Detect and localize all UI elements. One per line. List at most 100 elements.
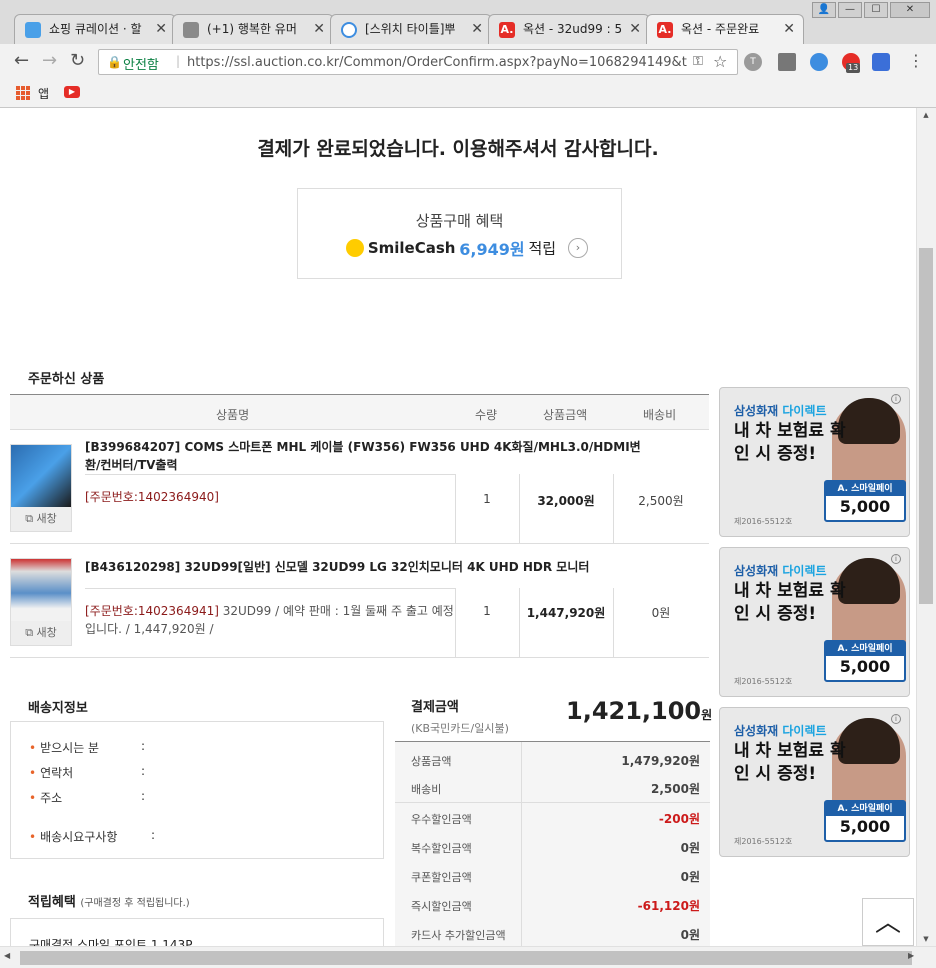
payment-row: 카드사 추가할인금액 0원	[395, 924, 710, 944]
tab-3[interactable]: A. 옥션 - 32ud99 : 5 ✕	[488, 14, 650, 44]
product-name[interactable]: [B399684207] COMS 스마트폰 MHL 케이블 (FW356) F…	[85, 438, 645, 474]
extension-badge: 13	[846, 63, 861, 73]
payment-row-value: 0원	[680, 928, 700, 942]
secure-label: 안전함	[123, 58, 159, 73]
ad-headline: 내 차 보험료 확인 시 증정!	[734, 741, 846, 784]
minimize-button[interactable]: —	[838, 2, 862, 18]
cash-suffix: 적립	[528, 239, 557, 258]
tab-4-active[interactable]: A. 옥션 - 주문완료 ✕	[646, 14, 804, 44]
col-divider	[613, 474, 614, 544]
horizontal-scrollbar[interactable]: ◀ ▶	[0, 946, 936, 968]
tab-title: 쇼핑 큐레이션 · 할	[49, 22, 142, 36]
bookmark-star-icon[interactable]: ☆	[713, 52, 727, 71]
youtube-icon[interactable]: ▶	[64, 86, 80, 98]
vertical-scrollbar[interactable]: ▲ ▼	[916, 108, 936, 946]
tab-1[interactable]: (+1) 행복한 유머 ✕	[172, 14, 334, 44]
header-qty: 수량	[475, 408, 498, 422]
new-window-button[interactable]: ⧉ 새창	[11, 507, 71, 531]
shipping-row-contact: • 연락처:	[29, 764, 145, 781]
tab-close-icon[interactable]: ✕	[471, 15, 483, 43]
shipping-label: 주소	[40, 791, 63, 805]
product-thumbnail[interactable]: ⧉ 새창	[10, 558, 72, 646]
item-price: 1,447,920원	[526, 606, 606, 620]
shipping-value: :	[141, 764, 146, 778]
browser-toolbar: ← → ↻ 🔒 안전함 | https://ssl.auction.co.kr/…	[0, 44, 936, 80]
row-divider	[85, 474, 455, 475]
points-title-text: 적립혜택	[28, 895, 76, 910]
order-table: 상품명 수량 상품금액 배송비 ⧉ 새창 [B399684207] COMS 스…	[10, 394, 709, 658]
menu-dots-icon[interactable]: ⋮	[908, 50, 924, 72]
tab-close-icon[interactable]: ✕	[783, 15, 795, 43]
scroll-right-arrow-icon[interactable]: ▶	[908, 951, 914, 960]
chevron-right-icon[interactable]: ›	[567, 238, 588, 258]
ad-info-icon[interactable]: i	[891, 554, 901, 564]
ad-smilepay-badge: A. 스마일페이 5,000	[824, 800, 906, 842]
col-divider	[519, 588, 520, 658]
shipping-label: 받으시는 분	[40, 741, 100, 755]
item-qty: 1	[483, 604, 491, 618]
extension-red-icon[interactable]: 13	[842, 53, 861, 73]
url-text[interactable]: https://ssl.auction.co.kr/Common/OrderCo…	[187, 55, 687, 70]
payment-row-label: 배송비	[411, 783, 442, 796]
page-content: 결제가 완료되었습니다. 이용해주셔서 감사합니다. 상품구매 혜택 Smile…	[0, 108, 916, 946]
tab-2[interactable]: [스위치 타이틀]뿌 ✕	[330, 14, 492, 44]
insurance-ad-banner[interactable]: i 삼성화재 다이렉트 내 차 보험료 확인 시 증정! A. 스마일페이 5,…	[719, 547, 910, 697]
points-text: 구매결정 스마일 포인트 1,143P	[29, 938, 193, 946]
order-section-title: 주문하신 상품	[28, 372, 105, 387]
payment-row-label: 우수할인금액	[411, 813, 472, 826]
scroll-down-arrow-icon[interactable]: ▼	[917, 932, 935, 946]
ad-badge-label: A. 스마일페이	[826, 482, 904, 496]
product-thumbnail[interactable]: ⧉ 새창	[10, 444, 72, 532]
close-window-button[interactable]: ✕	[890, 2, 930, 18]
address-bar[interactable]: 🔒 안전함 | https://ssl.auction.co.kr/Common…	[98, 49, 738, 75]
new-window-button[interactable]: ⧉ 새창	[11, 621, 71, 645]
ad-smilepay-badge: A. 스마일페이 5,000	[824, 480, 906, 522]
tab-close-icon[interactable]: ✕	[629, 15, 641, 43]
apps-grid-icon[interactable]	[16, 86, 30, 100]
order-table-header: 상품명 수량 상품금액 배송비	[10, 394, 709, 430]
tab-close-icon[interactable]: ✕	[313, 15, 325, 43]
forward-arrow-icon[interactable]: →	[42, 50, 57, 72]
extension-screen-icon[interactable]	[778, 53, 796, 71]
scroll-left-arrow-icon[interactable]: ◀	[4, 951, 10, 960]
ad-info-icon[interactable]: i	[891, 714, 901, 724]
maximize-button[interactable]: ☐	[864, 2, 888, 18]
product-name[interactable]: [B436120298] 32UD99[일반] 신모델 32UD99 LG 32…	[85, 558, 645, 576]
order-detail: [주문번호:1402364941] 32UD99 / 예약 판매 : 1월 둘째…	[85, 602, 455, 638]
col-divider	[613, 588, 614, 658]
apps-label[interactable]: 앱	[38, 85, 49, 102]
ad-brand-sub: 다이렉트	[782, 404, 827, 418]
extension-blue-icon[interactable]	[810, 53, 828, 71]
vertical-scroll-thumb[interactable]	[919, 248, 933, 604]
tab-close-icon[interactable]: ✕	[155, 15, 167, 43]
benefit-box: 상품구매 혜택 SmileCash 6,949원 적립 ›	[297, 188, 622, 279]
tab-0[interactable]: 쇼핑 큐레이션 · 할 ✕	[14, 14, 176, 44]
extension-t-icon[interactable]: T	[744, 53, 762, 71]
header-shipping: 배송비	[643, 408, 677, 422]
col-divider	[455, 588, 456, 658]
insurance-ad-banner[interactable]: i 삼성화재 다이렉트 내 차 보험료 확인 시 증정! A. 스마일페이 5,…	[719, 387, 910, 537]
payment-row-value: 2,500원	[651, 782, 700, 796]
payment-row: 쿠폰할인금액 0원	[395, 866, 710, 886]
reload-icon[interactable]: ↻	[70, 50, 85, 72]
ad-badge-amount: 5,000	[839, 657, 891, 676]
tab-favicon-icon	[183, 22, 199, 38]
product-image-monitor[interactable]	[11, 559, 71, 621]
extension-shield-icon[interactable]	[872, 53, 890, 71]
horizontal-scroll-thumb[interactable]	[20, 951, 912, 965]
order-number-text: [주문번호:1402364940]	[85, 490, 219, 504]
payment-row-label: 쿠폰할인금액	[411, 871, 472, 884]
back-arrow-icon[interactable]: ←	[14, 50, 29, 72]
points-section-title: 적립혜택 (구매결정 후 적립됩니다.)	[28, 891, 190, 910]
scroll-up-arrow-icon[interactable]: ▲	[917, 108, 935, 122]
ad-info-icon[interactable]: i	[891, 394, 901, 404]
product-image-cable[interactable]	[11, 445, 71, 507]
profile-icon[interactable]: 👤	[812, 2, 836, 18]
item-shipping: 0원	[651, 606, 671, 620]
scroll-to-top-button[interactable]: ︿	[862, 898, 914, 946]
window-controls: 👤 — ☐ ✕	[812, 2, 930, 18]
new-window-label: 새창	[36, 512, 57, 525]
row-divider	[85, 588, 455, 589]
insurance-ad-banner[interactable]: i 삼성화재 다이렉트 내 차 보험료 확인 시 증정! A. 스마일페이 5,…	[719, 707, 910, 857]
key-icon[interactable]: ⚿	[693, 54, 703, 69]
